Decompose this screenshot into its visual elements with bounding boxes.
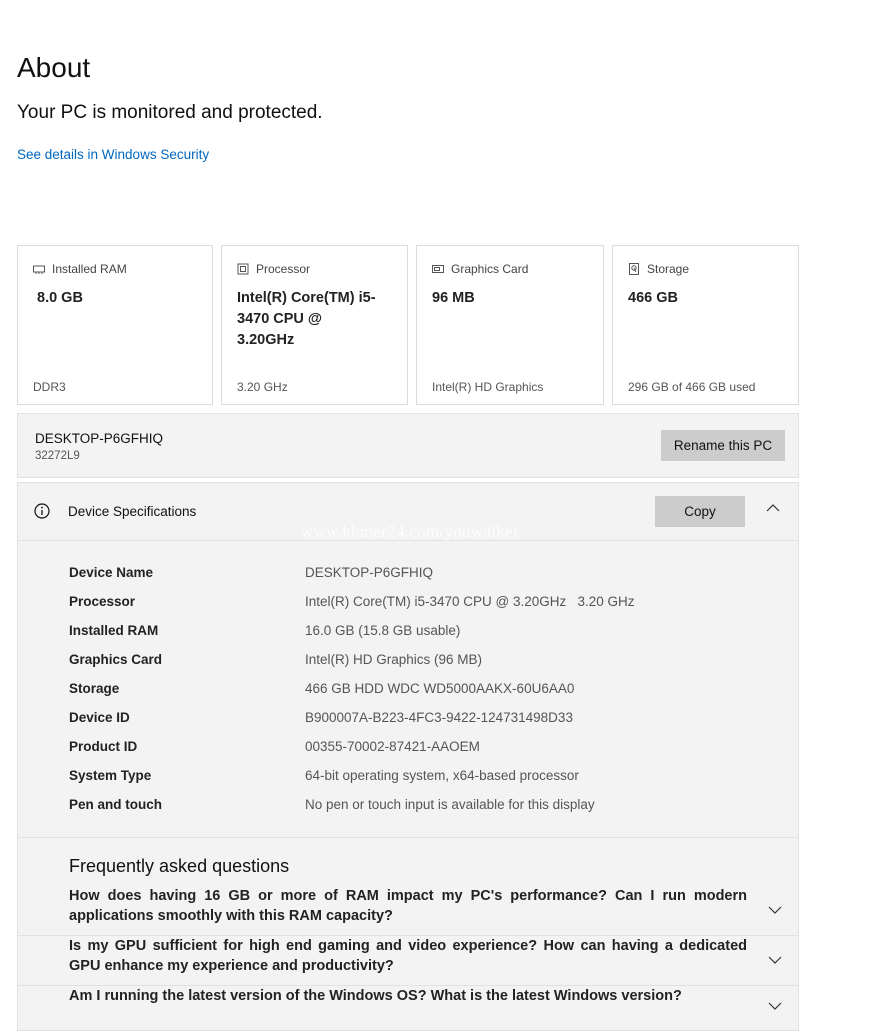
spec-row-system-type: System Type 64-bit operating system, x64-… [69, 768, 769, 788]
chevron-down-icon[interactable] [768, 1002, 782, 1011]
spec-row-device-name: Device Name DESKTOP-P6GFHIQ [69, 565, 769, 585]
spec-value: Intel(R) HD Graphics (96 MB) [305, 652, 483, 667]
page-title: About [17, 52, 91, 83]
card-sub: DDR3 [33, 380, 66, 394]
card-label: Storage [647, 262, 690, 276]
spec-row-storage: Storage 466 GB HDD WDC WD5000AAKX-60U6AA0 [69, 681, 769, 701]
card-processor: Processor Intel(R) Core(TM) i5-3470 CPU … [221, 245, 408, 405]
faq-item[interactable]: Is my GPU sufficient for high end gaming… [18, 936, 798, 986]
device-specifications-panel: Device Specifications www.khmer24.com/yo… [17, 482, 799, 838]
faq-item[interactable]: How does having 16 GB or more of RAM imp… [18, 886, 798, 936]
pc-model: 32272L9 [35, 450, 80, 462]
spec-key: Product ID [69, 739, 138, 754]
faq-question: Am I running the latest version of the W… [69, 988, 682, 1004]
device-specifications-title: Device Specifications [68, 504, 197, 519]
graphics-card-icon [432, 265, 444, 273]
spec-value: 466 GB HDD WDC WD5000AAKX-60U6AA0 [305, 681, 575, 696]
chevron-down-icon[interactable] [768, 956, 782, 965]
card-value: 8.0 GB [37, 290, 83, 306]
spec-value: B900007A-B223-4FC3-9422-124731498D33 [305, 710, 573, 725]
processor-icon [237, 263, 249, 275]
faq-title: Frequently asked questions [69, 856, 290, 876]
faq-panel: Frequently asked questions How does havi… [17, 838, 799, 1031]
chevron-up-icon[interactable] [766, 503, 780, 513]
storage-icon [629, 263, 639, 275]
spec-value: No pen or touch input is available for t… [305, 797, 595, 812]
pc-name: DESKTOP-P6GFHIQ [35, 431, 164, 446]
protection-status: Your PC is monitored and protected. [17, 102, 323, 123]
spec-key: Device ID [69, 710, 130, 725]
pc-name-bar: DESKTOP-P6GFHIQ 32272L9 Rename this PC [17, 413, 799, 478]
info-icon [34, 503, 50, 519]
faq-item[interactable]: Am I running the latest version of the W… [18, 986, 798, 1031]
spec-value: 64-bit operating system, x64-based proce… [305, 768, 579, 783]
spec-row-processor: Processor Intel(R) Core(TM) i5-3470 CPU @… [69, 594, 769, 614]
card-installed-ram: Installed RAM 8.0 GB DDR3 [17, 245, 213, 405]
faq-question: How does having 16 GB or more of RAM imp… [69, 888, 747, 924]
card-sub: 3.20 GHz [237, 380, 288, 394]
card-storage: Storage 466 GB 296 GB of 466 GB used [612, 245, 799, 405]
spec-key: Graphics Card [69, 652, 163, 667]
spec-row-graphics-card: Graphics Card Intel(R) HD Graphics (96 MB… [69, 652, 769, 672]
card-sub: Intel(R) HD Graphics [432, 380, 544, 394]
device-specifications-header[interactable]: Device Specifications www.khmer24.com/yo… [18, 483, 798, 541]
spec-key: Installed RAM [69, 623, 159, 638]
spec-row-product-id: Product ID 00355-70002-87421-AAOEM [69, 739, 769, 759]
spec-row-installed-ram: Installed RAM 16.0 GB (15.8 GB usable) [69, 623, 769, 643]
rename-pc-button[interactable]: Rename this PC [661, 430, 785, 461]
spec-key: Device Name [69, 565, 154, 580]
windows-security-link[interactable]: See details in Windows Security [17, 147, 209, 162]
card-value: Intel(R) Core(TM) i5-3470 CPU @ 3.20GHz [237, 290, 376, 348]
chevron-down-icon[interactable] [768, 906, 782, 915]
spec-value: Intel(R) Core(TM) i5-3470 CPU @ 3.20GHz … [305, 594, 635, 609]
card-label: Processor [256, 262, 311, 276]
card-label: Installed RAM [52, 262, 127, 276]
spec-value: 00355-70002-87421-AAOEM [305, 739, 480, 754]
spec-key: System Type [69, 768, 152, 783]
card-graphics: Graphics Card 96 MB Intel(R) HD Graphics [416, 245, 604, 405]
spec-key: Pen and touch [69, 797, 163, 812]
spec-row-device-id: Device ID B900007A-B223-4FC3-9422-1247314… [69, 710, 769, 730]
ram-icon [33, 265, 45, 274]
faq-question: Is my GPU sufficient for high end gaming… [69, 938, 747, 974]
card-sub: 296 GB of 466 GB used [628, 380, 756, 394]
copy-button[interactable]: Copy [655, 496, 745, 527]
spec-row-pen-touch: Pen and touch No pen or touch input is av… [69, 797, 769, 817]
spec-value: 16.0 GB (15.8 GB usable) [305, 623, 461, 638]
card-value: 466 GB [628, 290, 678, 306]
watermark: www.khmer24.com/youwalker [301, 522, 519, 541]
spec-key: Storage [69, 681, 120, 696]
card-value: 96 MB [432, 290, 475, 306]
spec-key: Processor [69, 594, 136, 609]
spec-value: DESKTOP-P6GFHIQ [305, 565, 434, 580]
card-label: Graphics Card [451, 262, 529, 276]
